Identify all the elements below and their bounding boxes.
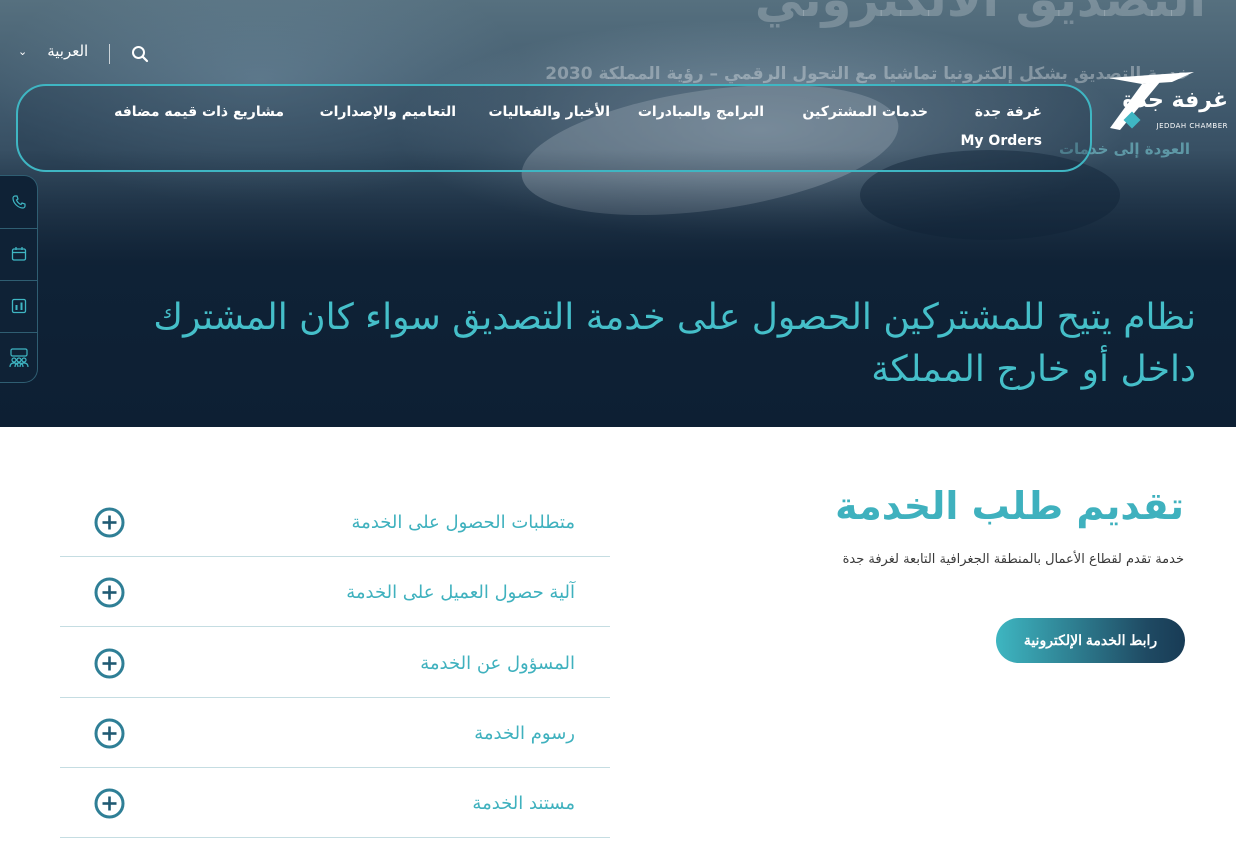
plus-circle-icon[interactable] — [94, 507, 125, 538]
phone-icon — [11, 195, 26, 209]
accordion-item-label: المسؤول عن الخدمة — [420, 652, 575, 674]
side-item-people[interactable] — [0, 332, 37, 384]
accordion-item-label: رسوم الخدمة — [474, 722, 575, 744]
chart-icon — [11, 298, 26, 314]
nav-item-news-events[interactable]: الأخبار والفعاليات — [488, 104, 610, 120]
language-label: العربية — [47, 42, 89, 60]
logo-arabic: غرفة جدة — [1122, 88, 1228, 113]
side-item-chart[interactable] — [0, 280, 37, 332]
accordion-item-label: آلية حصول العميل على الخدمة — [346, 581, 575, 603]
plus-circle-icon[interactable] — [94, 788, 125, 819]
nav-item-value-projects[interactable]: مشاريع ذات قيمه مضافه — [114, 104, 284, 120]
plus-circle-icon[interactable] — [94, 648, 125, 679]
people-icon — [8, 348, 29, 368]
hero-page-subtitle: خدمة التصديق بشكل إلكترونيا تماشيا مع ال… — [545, 64, 1190, 84]
hero-page-title: التصديق الالكتروني — [754, 0, 1206, 28]
plus-circle-icon[interactable] — [94, 577, 125, 608]
quick-access-rail — [0, 175, 38, 383]
accordion-item-document[interactable]: مستند الخدمة — [60, 768, 610, 838]
nav-item-my-orders[interactable]: My Orders — [961, 133, 1043, 149]
chevron-down-icon: ⌄ — [18, 44, 28, 58]
language-selector[interactable]: ⌄ العربية — [18, 42, 88, 60]
service-request-title: تقديم طلب الخدمة — [835, 484, 1184, 528]
e-service-link-button[interactable]: رابط الخدمة الإلكترونية — [996, 618, 1185, 663]
plus-circle-icon[interactable] — [94, 718, 125, 749]
nav-item-jeddah-chamber[interactable]: غرفة جدة — [975, 104, 1042, 120]
search-button[interactable] — [130, 44, 150, 64]
search-icon — [132, 46, 149, 63]
side-item-phone[interactable] — [0, 176, 37, 228]
nav-item-member-services[interactable]: خدمات المشتركين — [802, 104, 928, 120]
nav-item-programs[interactable]: البرامج والمبادرات — [638, 104, 764, 120]
accordion-item-requirements[interactable]: متطلبات الحصول على الخدمة — [60, 487, 610, 557]
nav-item-circulars[interactable]: التعاميم والإصدارات — [320, 104, 456, 120]
side-item-calendar[interactable] — [0, 228, 37, 280]
service-request-description: خدمة تقدم لقطاع الأعمال بالمنطقة الجغراف… — [842, 552, 1184, 567]
accordion-item-responsible[interactable]: المسؤول عن الخدمة — [60, 628, 610, 698]
accordion-item-mechanism[interactable]: آلية حصول العميل على الخدمة — [60, 557, 610, 627]
logo-english: JEDDAH CHAMBER — [1156, 122, 1228, 130]
divider — [109, 44, 110, 64]
accordion-item-label: متطلبات الحصول على الخدمة — [351, 511, 575, 533]
hero-banner: التصديق الالكتروني خدمة التصديق بشكل إلك… — [0, 0, 1236, 427]
accordion-item-label: مستند الخدمة — [472, 792, 575, 814]
calendar-icon — [11, 247, 26, 261]
accordion-item-fees[interactable]: رسوم الخدمة — [60, 698, 610, 768]
hero-heading: نظام يتيح للمشتركين الحصول على خدمة التص… — [153, 297, 1196, 390]
main-navigation: غرفة جدة خدمات المشتركين البرامج والمباد… — [16, 84, 1092, 172]
